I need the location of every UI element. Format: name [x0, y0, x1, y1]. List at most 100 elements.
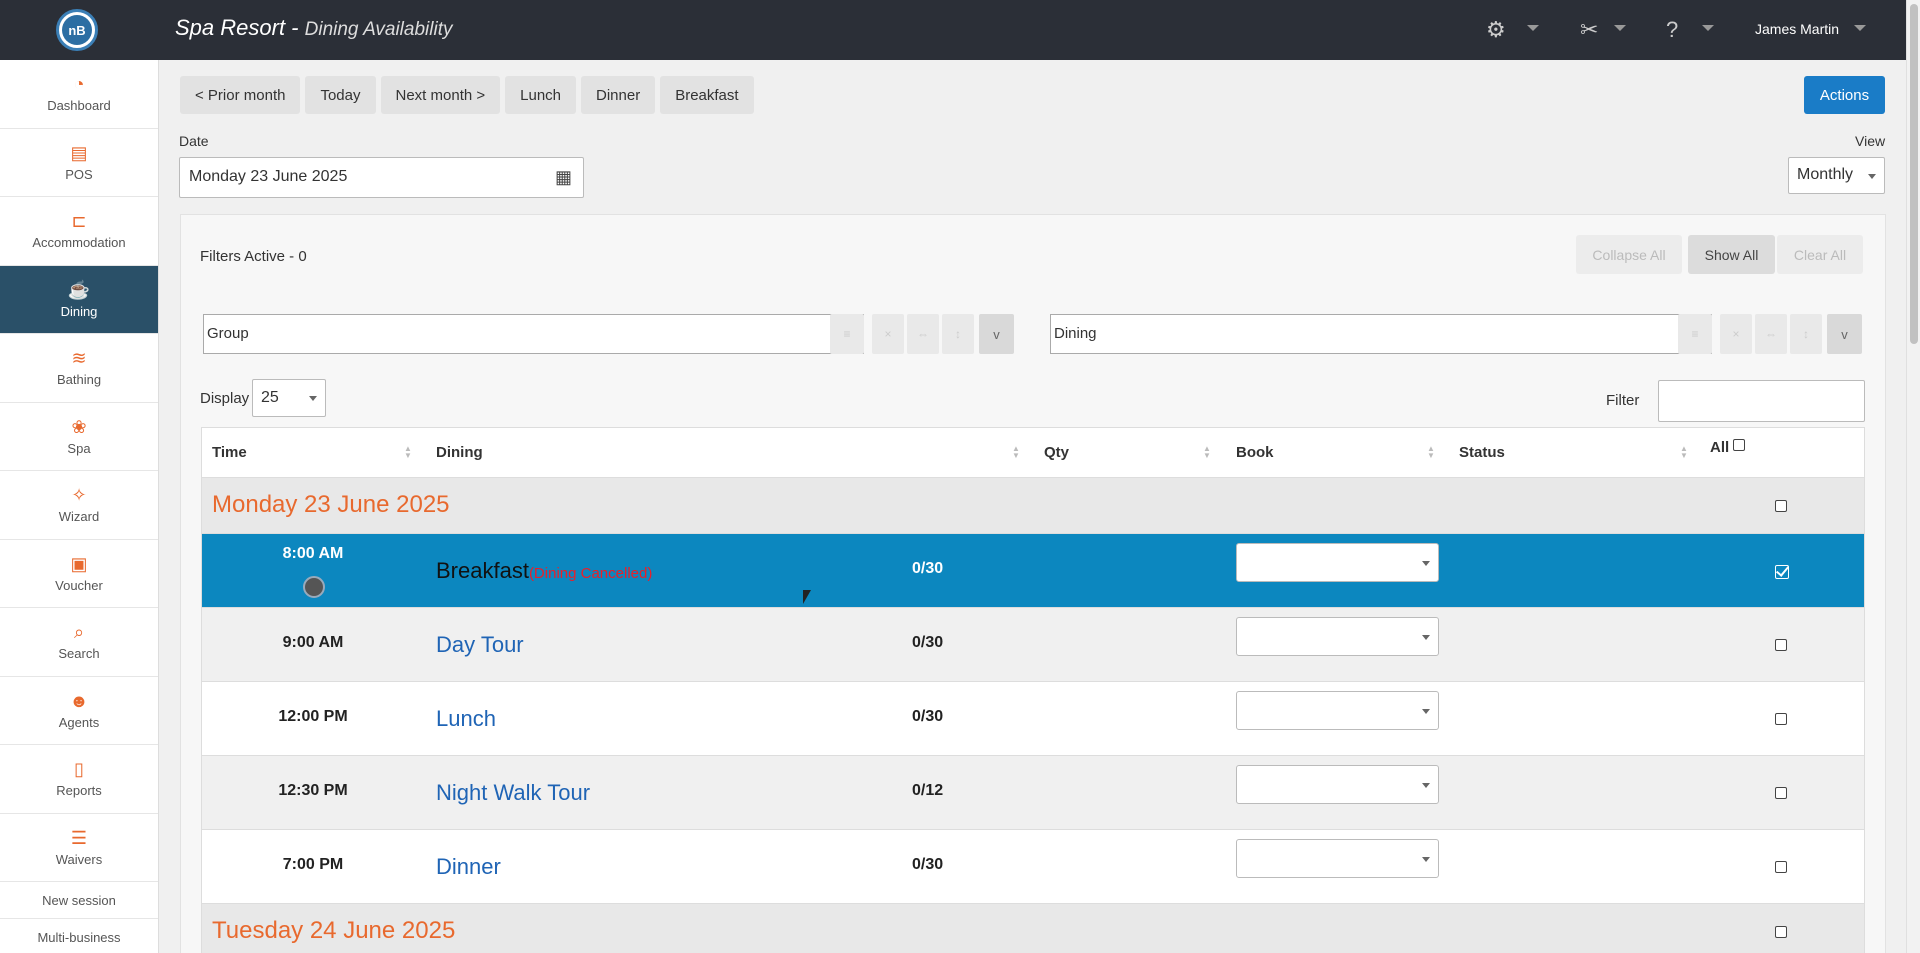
user-menu[interactable]: James Martin — [1755, 21, 1839, 37]
header-book[interactable]: Book — [1236, 444, 1274, 461]
sidebar-item-waivers[interactable]: ☰ Waivers — [0, 814, 158, 882]
sidebar-item-label: Search — [58, 646, 100, 662]
display-count-select[interactable]: 25 — [252, 379, 326, 417]
group-swap-icon[interactable]: ⇔ — [907, 314, 939, 354]
page-scrollbar[interactable] — [1906, 0, 1920, 953]
row-checkbox[interactable] — [1775, 787, 1787, 799]
table-row[interactable]: 12:00 PM Lunch 0/30 — [202, 682, 1864, 756]
actions-button[interactable]: Actions — [1804, 76, 1885, 114]
scrollbar-thumb[interactable] — [1910, 4, 1918, 344]
dining-dropdown-icon[interactable]: v — [1827, 314, 1862, 354]
tools-icon[interactable]: ✂ — [1580, 17, 1598, 43]
date-group-row: Monday 23 June 2025 — [202, 478, 1864, 534]
date-value: Monday 23 June 2025 — [189, 168, 348, 185]
dining-link[interactable]: Day Tour — [436, 632, 524, 657]
sidebar-item-pos[interactable]: ▤ POS — [0, 129, 158, 197]
user-caret-icon[interactable] — [1854, 25, 1866, 31]
sort-icon[interactable]: ▲ ▼ — [1012, 445, 1020, 460]
help-icon[interactable]: ? — [1666, 17, 1678, 43]
app-logo[interactable]: nB — [56, 9, 98, 51]
checklist-icon: ☰ — [70, 827, 88, 848]
dining-link[interactable]: Night Walk Tour — [436, 780, 590, 805]
table-row[interactable]: 7:00 PM Dinner 0/30 — [202, 830, 1864, 904]
sidebar-item-dashboard[interactable]: ◔ Dashboard — [0, 60, 158, 129]
show-all-button[interactable]: Show All — [1688, 235, 1775, 274]
select-all-checkbox[interactable] — [1733, 439, 1746, 451]
row-checkbox[interactable] — [1775, 639, 1787, 651]
sidebar-item-label: Dining — [60, 303, 98, 319]
new-session-link[interactable]: New session — [0, 882, 158, 919]
dining-cell: Day Tour — [436, 632, 524, 658]
book-select[interactable] — [1236, 617, 1439, 656]
sort-icon[interactable]: ▲ ▼ — [1427, 445, 1435, 460]
dining-filter-input[interactable]: Dining — [1050, 314, 1712, 354]
book-select[interactable] — [1236, 839, 1439, 878]
sort-icon[interactable]: ▲ ▼ — [1680, 445, 1688, 460]
lunch-button[interactable]: Lunch — [505, 76, 577, 114]
sidebar-item-label: Reports — [56, 783, 102, 799]
dining-clear-icon[interactable]: × — [1720, 314, 1752, 354]
header-dining[interactable]: Dining — [436, 444, 483, 461]
sidebar: ◔ Dashboard ▤ POS ⊏ Accommodation ☕ Dining ≋ Bath… — [0, 60, 159, 953]
sidebar-item-search[interactable]: ⌕ Search — [0, 608, 158, 677]
date-label: Date — [179, 133, 209, 149]
table-row[interactable]: 12:30 PM Night Walk Tour 0/12 — [202, 756, 1864, 830]
sidebar-item-spa[interactable]: ❀ Spa — [0, 403, 158, 471]
help-caret-icon[interactable] — [1702, 25, 1714, 31]
dinner-button[interactable]: Dinner — [581, 76, 656, 114]
multi-business-link[interactable]: Multi-business — [0, 919, 158, 953]
calendar-icon[interactable]: ▦ — [555, 167, 572, 188]
logo-text: nB — [62, 15, 92, 45]
book-select[interactable] — [1236, 765, 1439, 804]
group-filter-input[interactable]: Group — [203, 314, 864, 354]
dining-swap-icon[interactable]: ⇔ — [1755, 314, 1787, 354]
header-status[interactable]: Status — [1459, 444, 1505, 461]
prior-month-button[interactable]: < Prior month — [180, 76, 301, 114]
breakfast-button[interactable]: Breakfast — [660, 76, 754, 114]
dining-link[interactable]: Dinner — [436, 854, 501, 879]
row-checkbox[interactable] — [1775, 861, 1787, 873]
sidebar-item-voucher[interactable]: ▣ Voucher — [0, 540, 158, 608]
filter-input[interactable] — [1658, 380, 1865, 422]
group-dropdown-icon[interactable]: v — [979, 314, 1014, 354]
settings-caret-icon[interactable] — [1527, 25, 1539, 31]
book-select[interactable] — [1236, 691, 1439, 730]
dining-link[interactable]: Lunch — [436, 706, 496, 731]
group-checkbox[interactable] — [1775, 500, 1787, 512]
group-checkbox[interactable] — [1775, 926, 1787, 938]
sidebar-item-dining[interactable]: ☕ Dining — [0, 265, 158, 334]
clear-all-button[interactable]: Clear All — [1777, 235, 1863, 274]
group-clear-icon[interactable]: × — [872, 314, 904, 354]
sidebar-item-agents[interactable]: ☻ Agents — [0, 677, 158, 745]
row-checkbox-checked[interactable] — [1775, 565, 1789, 579]
table-row[interactable]: 8:00 AM Breakfast(Dining Cancelled) 0/30 — [202, 534, 1864, 608]
row-checkbox[interactable] — [1775, 713, 1787, 725]
sidebar-item-bathing[interactable]: ≋ Bathing — [0, 334, 158, 403]
sidebar-item-accommodation[interactable]: ⊏ Accommodation — [0, 197, 158, 266]
waves-icon: ≋ — [71, 348, 87, 369]
group-list-icon[interactable]: ≡ — [830, 314, 864, 354]
dining-list-icon[interactable]: ≡ — [1678, 314, 1712, 354]
sort-icon[interactable]: ▲ ▼ — [1203, 445, 1211, 460]
group-sort-icon[interactable]: ↕ — [942, 314, 974, 354]
header-qty[interactable]: Qty — [1044, 444, 1069, 461]
chat-bubble-icon[interactable] — [303, 576, 325, 598]
dining-sort-icon[interactable]: ↕ — [1790, 314, 1822, 354]
date-field[interactable]: Monday 23 June 2025 ▦ — [179, 157, 584, 198]
collapse-all-button[interactable]: Collapse All — [1576, 235, 1682, 274]
table-row[interactable]: 9:00 AM Day Tour 0/30 — [202, 608, 1864, 682]
today-button[interactable]: Today — [305, 76, 376, 114]
book-select[interactable] — [1236, 543, 1439, 582]
app-subtitle: Dining Availability — [304, 19, 453, 40]
sidebar-item-wizard[interactable]: ✧ Wizard — [0, 471, 158, 540]
next-month-button[interactable]: Next month > — [380, 76, 501, 114]
page-title: Spa Resort - Dining Availability — [175, 15, 452, 41]
sort-icon[interactable]: ▲ ▼ — [404, 445, 412, 460]
tools-caret-icon[interactable] — [1614, 25, 1626, 31]
chevron-down-icon — [309, 396, 317, 401]
header-time[interactable]: Time — [212, 444, 247, 461]
cancelled-note: (Dining Cancelled) — [528, 565, 653, 582]
view-select[interactable]: Monthly — [1788, 157, 1885, 194]
sidebar-item-reports[interactable]: ▯ Reports — [0, 745, 158, 814]
settings-gears-icon[interactable]: ⚙ — [1486, 17, 1506, 43]
